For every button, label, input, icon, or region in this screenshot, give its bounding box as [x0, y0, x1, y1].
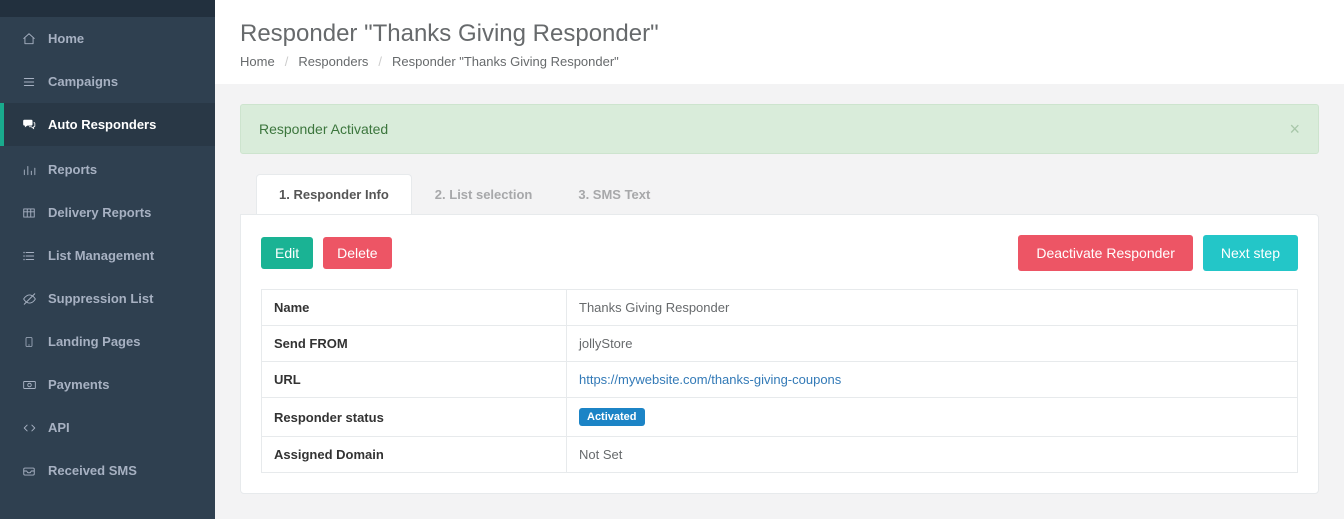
- home-icon: [20, 32, 38, 46]
- breadcrumb-home[interactable]: Home: [240, 54, 275, 69]
- sidebar-item-suppression-list[interactable]: Suppression List: [0, 277, 215, 320]
- detail-key: Name: [262, 290, 567, 326]
- breadcrumb-sep: /: [378, 54, 382, 69]
- sidebar-item-auto-responders[interactable]: Auto Responders: [0, 103, 215, 146]
- page-title: Responder "Thanks Giving Responder": [240, 20, 1319, 48]
- sidebar-item-home[interactable]: Home: [0, 17, 215, 60]
- detail-key: Assigned Domain: [262, 437, 567, 473]
- detail-value: jollyStore: [567, 326, 1298, 362]
- sidebar-top-strip: [0, 0, 215, 17]
- sidebar-item-payments[interactable]: Payments: [0, 363, 215, 406]
- tab-list-selection[interactable]: 2. List selection: [412, 174, 556, 214]
- sidebar-item-label: Received SMS: [48, 463, 137, 478]
- sidebar-item-label: Delivery Reports: [48, 205, 151, 220]
- sidebar-item-label: Suppression List: [48, 291, 153, 306]
- table-row: Send FROMjollyStore: [262, 326, 1298, 362]
- list-icon: [20, 249, 38, 263]
- close-icon[interactable]: ×: [1289, 120, 1300, 138]
- action-bar: Edit Delete Deactivate Responder Next st…: [261, 235, 1298, 271]
- tab-sms-text[interactable]: 3. SMS Text: [555, 174, 673, 214]
- sidebar-item-label: List Management: [48, 248, 154, 263]
- sidebar-item-delivery-reports[interactable]: Delivery Reports: [0, 191, 215, 234]
- breadcrumb: Home / Responders / Responder "Thanks Gi…: [240, 54, 1319, 69]
- sidebar-item-label: Auto Responders: [48, 117, 156, 132]
- content: Responder Activated × 1. Responder Info …: [215, 84, 1344, 514]
- detail-value: Thanks Giving Responder: [567, 290, 1298, 326]
- breadcrumb-sep: /: [285, 54, 289, 69]
- sidebar-item-landing-pages[interactable]: Landing Pages: [0, 320, 215, 363]
- page-header: Responder "Thanks Giving Responder" Home…: [215, 0, 1344, 84]
- sidebar-item-list-management[interactable]: List Management: [0, 234, 215, 277]
- sidebar: Home Campaigns Auto Responders Reports Deliv…: [0, 0, 215, 519]
- deactivate-responder-button[interactable]: Deactivate Responder: [1018, 235, 1193, 271]
- status-badge: Activated: [579, 408, 645, 426]
- sidebar-item-label: Landing Pages: [48, 334, 140, 349]
- sidebar-item-received-sms[interactable]: Received SMS: [0, 449, 215, 492]
- alert-success: Responder Activated ×: [240, 104, 1319, 154]
- table-row: Assigned DomainNot Set: [262, 437, 1298, 473]
- detail-key: Responder status: [262, 398, 567, 437]
- tab-body: Edit Delete Deactivate Responder Next st…: [240, 214, 1319, 494]
- table-row: Responder status Activated: [262, 398, 1298, 437]
- url-link[interactable]: https://mywebsite.com/thanks-giving-coup…: [579, 372, 841, 387]
- table-icon: [20, 206, 38, 220]
- table-row: NameThanks Giving Responder: [262, 290, 1298, 326]
- inbox-icon: [20, 464, 38, 478]
- sidebar-item-label: API: [48, 420, 70, 435]
- tabs: 1. Responder Info 2. List selection 3. S…: [240, 174, 1319, 214]
- comments-icon: [20, 118, 38, 132]
- panel: 1. Responder Info 2. List selection 3. S…: [240, 174, 1319, 494]
- sidebar-item-label: Payments: [48, 377, 109, 392]
- delete-button[interactable]: Delete: [323, 237, 391, 269]
- main: Responder "Thanks Giving Responder" Home…: [215, 0, 1344, 519]
- edit-button[interactable]: Edit: [261, 237, 313, 269]
- tablet-icon: [20, 335, 38, 349]
- sidebar-item-reports[interactable]: Reports: [0, 148, 215, 191]
- code-icon: [20, 421, 38, 435]
- detail-key: URL: [262, 362, 567, 398]
- detail-key: Send FROM: [262, 326, 567, 362]
- sidebar-item-label: Home: [48, 31, 84, 46]
- breadcrumb-current: Responder "Thanks Giving Responder": [392, 54, 619, 69]
- breadcrumb-responders[interactable]: Responders: [298, 54, 368, 69]
- table-row: URL https://mywebsite.com/thanks-giving-c…: [262, 362, 1298, 398]
- bars-icon: [20, 75, 38, 89]
- tab-responder-info[interactable]: 1. Responder Info: [256, 174, 412, 214]
- sidebar-item-label: Campaigns: [48, 74, 118, 89]
- sidebar-item-campaigns[interactable]: Campaigns: [0, 60, 215, 103]
- eye-slash-icon: [20, 292, 38, 306]
- sidebar-item-label: Reports: [48, 162, 97, 177]
- detail-value: Not Set: [567, 437, 1298, 473]
- alert-text: Responder Activated: [259, 121, 388, 137]
- bar-chart-icon: [20, 163, 38, 177]
- money-icon: [20, 378, 38, 392]
- detail-value: Activated: [567, 398, 1298, 437]
- next-step-button[interactable]: Next step: [1203, 235, 1298, 271]
- detail-value: https://mywebsite.com/thanks-giving-coup…: [567, 362, 1298, 398]
- details-table: NameThanks Giving ResponderSend FROMjoll…: [261, 289, 1298, 473]
- sidebar-item-api[interactable]: API: [0, 406, 215, 449]
